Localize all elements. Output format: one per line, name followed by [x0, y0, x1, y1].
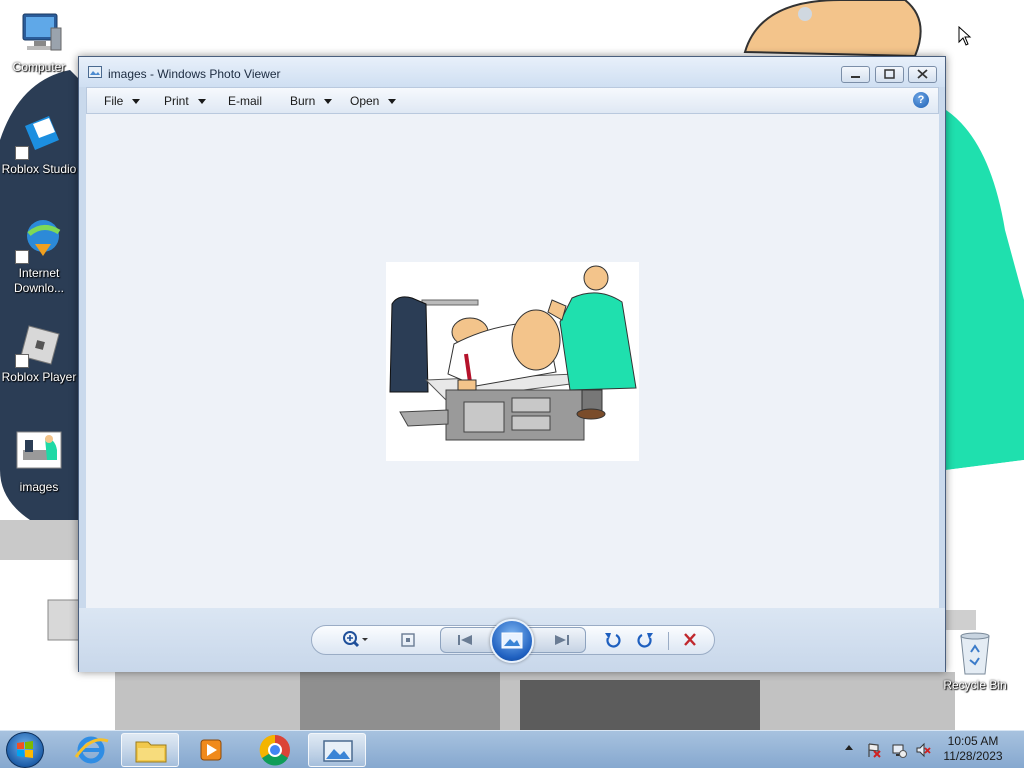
- navigation-toolbar: [311, 619, 715, 663]
- rotate-right-icon: [637, 633, 653, 648]
- title-bar[interactable]: images - Windows Photo Viewer: [79, 57, 945, 87]
- rotate-right-button[interactable]: [634, 626, 658, 654]
- menu-print[interactable]: Print: [164, 94, 206, 108]
- chrome-icon: [259, 734, 290, 766]
- bottom-toolbar-area: [79, 608, 945, 672]
- slideshow-icon: [501, 632, 523, 649]
- action-center-flag-icon[interactable]: [866, 742, 882, 758]
- start-button[interactable]: [6, 732, 44, 768]
- desktop-icon-label: Recycle Bin: [943, 678, 1007, 692]
- image-viewing-area[interactable]: [86, 114, 939, 608]
- menu-bar: File Print E-mail Burn Open ?: [86, 87, 939, 114]
- taskbar-media-player[interactable]: [182, 733, 240, 767]
- menu-file[interactable]: File: [104, 94, 141, 108]
- minimize-button[interactable]: [841, 66, 870, 83]
- actual-size-icon: [401, 633, 415, 647]
- zoom-button[interactable]: [338, 626, 370, 654]
- photo-viewer-app-icon: [88, 66, 102, 78]
- next-button[interactable]: [547, 626, 577, 654]
- roblox-player-icon: [15, 320, 63, 368]
- chevron-down-icon: [388, 99, 397, 105]
- minimize-icon: [851, 76, 860, 78]
- delete-icon: [684, 633, 696, 646]
- media-player-icon: [200, 739, 222, 761]
- close-button[interactable]: [908, 66, 937, 83]
- help-icon: ?: [917, 94, 925, 106]
- rotate-left-icon: [605, 633, 621, 648]
- shortcut-arrow-icon: [15, 354, 29, 368]
- desktop-icon-images[interactable]: images: [0, 430, 78, 495]
- photo-viewer-window: images - Windows Photo Viewer File Print…: [78, 56, 946, 672]
- show-hidden-icons-button[interactable]: [845, 745, 853, 750]
- menu-burn-label: Burn: [290, 94, 316, 108]
- zoom-icon: [343, 631, 368, 648]
- help-button[interactable]: ?: [913, 92, 929, 108]
- roblox-studio-icon: [15, 112, 63, 160]
- desktop-icon-label: Computer: [12, 60, 66, 74]
- desktop-icon-internet-download-manager[interactable]: Internet Downlo...: [0, 216, 78, 296]
- menu-email-label: E-mail: [228, 94, 263, 108]
- internet-explorer-icon: [74, 736, 109, 764]
- window-title: images - Windows Photo Viewer: [108, 67, 281, 81]
- slideshow-button[interactable]: [490, 619, 534, 663]
- file-explorer-icon: [135, 741, 167, 763]
- previous-button[interactable]: [450, 626, 480, 654]
- windows-logo-icon: [17, 741, 33, 758]
- menu-file-label: File: [104, 94, 124, 108]
- rotate-left-button[interactable]: [600, 626, 624, 654]
- menu-open[interactable]: Open: [350, 94, 397, 108]
- menu-open-label: Open: [350, 94, 380, 108]
- menu-burn[interactable]: Burn: [290, 94, 333, 108]
- clock-date: 11/28/2023: [943, 749, 1003, 763]
- desktop-icon-computer[interactable]: Computer: [0, 10, 78, 75]
- recycle-bin-icon: [955, 630, 995, 676]
- network-icon[interactable]: [891, 742, 907, 758]
- chevron-down-icon: [132, 99, 141, 105]
- shortcut-arrow-icon: [15, 146, 29, 160]
- desktop-icon-label: Roblox Studio: [1, 162, 77, 176]
- restore-button[interactable]: [875, 66, 904, 83]
- desktop-icon-label: Internet Downlo...: [13, 266, 65, 295]
- menu-email[interactable]: E-mail: [228, 94, 262, 108]
- taskbar-photo-viewer[interactable]: [308, 733, 366, 767]
- shortcut-arrow-icon: [15, 250, 29, 264]
- taskbar-internet-explorer[interactable]: [62, 733, 120, 767]
- clock-time: 10:05 AM: [947, 734, 999, 748]
- photo-viewer-icon: [323, 740, 353, 762]
- desktop-icon-recycle-bin[interactable]: Recycle Bin: [936, 630, 1014, 693]
- taskbar: 10:05 AM 11/28/2023: [0, 730, 1024, 768]
- previous-icon: [458, 635, 472, 645]
- volume-muted-icon[interactable]: [915, 742, 931, 758]
- internet-download-manager-icon: [15, 216, 63, 264]
- chevron-down-icon: [197, 99, 206, 105]
- close-icon: [917, 69, 928, 79]
- toolbar-divider: [668, 632, 669, 650]
- delete-button[interactable]: [678, 626, 702, 654]
- desktop-icon-roblox-studio[interactable]: Roblox Studio: [0, 112, 78, 177]
- chevron-down-icon: [324, 99, 333, 105]
- system-clock[interactable]: 10:05 AM 11/28/2023: [936, 734, 1010, 764]
- mouse-cursor-icon: [958, 26, 972, 46]
- taskbar-libraries[interactable]: [121, 733, 179, 767]
- taskbar-chrome[interactable]: [246, 733, 304, 767]
- displayed-photo: [386, 262, 639, 461]
- desktop-icon-label: Roblox Player: [1, 370, 77, 384]
- computer-icon: [15, 10, 63, 58]
- image-file-icon: [15, 430, 63, 478]
- menu-print-label: Print: [164, 94, 189, 108]
- desktop-icon-roblox-player[interactable]: Roblox Player: [0, 320, 78, 385]
- desktop-icon-label: images: [19, 480, 59, 494]
- restore-icon: [884, 69, 895, 79]
- next-icon: [555, 635, 569, 645]
- actual-size-button[interactable]: [398, 626, 418, 654]
